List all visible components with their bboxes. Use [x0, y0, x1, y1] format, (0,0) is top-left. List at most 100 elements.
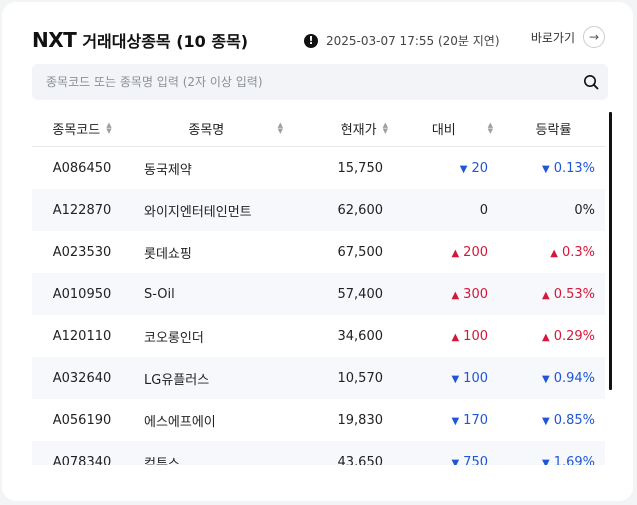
diff-value: 100 [463, 328, 488, 344]
table-row[interactable]: A086450 동국제약 15,750 ▼ 20 ▼ 0.13% [32, 147, 605, 190]
cell-rate: ▼ 1.69% [502, 441, 605, 465]
scrollbar[interactable] [609, 112, 612, 390]
rate-value: 0.85% [553, 412, 595, 428]
cell-price: 10,570 [292, 357, 397, 399]
cell-price: 67,500 [337, 244, 384, 260]
shortcut-link[interactable]: 바로가기 → [531, 26, 605, 48]
cell-rate: ▼ 0.13% [502, 147, 605, 190]
table-row[interactable]: A122870 와이지엔터테인먼트 62,600 0 0% [32, 189, 605, 231]
rate-value: 0.13% [553, 160, 595, 176]
table-body: A086450 동국제약 15,750 ▼ 20 ▼ 0.13% A122870 와이지엔터테인… [32, 147, 605, 465]
column-header-name[interactable]: 종목명 ▲ ▼ [132, 110, 292, 147]
stock-table: 종목코드 ▲ ▼ 종목명 ▲ ▼ 현재가 ▲ ▼ 대비 ▲ ▼ 등락률 A086… [32, 110, 605, 465]
triangle-down-icon: ▼ [541, 163, 550, 175]
rate-value: 0% [574, 202, 595, 218]
column-header-rate[interactable]: 등락률 [502, 110, 605, 147]
column-header-diff[interactable]: 대비 ▲ ▼ [397, 110, 502, 147]
cell-price: 57,400 [292, 273, 397, 315]
diff-value: 200 [463, 244, 488, 260]
cell-rate: ▲ 0.29% [502, 315, 605, 357]
sort-icon[interactable]: ▲ ▼ [106, 122, 111, 135]
cell-code: A086450 [52, 160, 112, 176]
search-button[interactable] [574, 65, 608, 99]
sort-icon[interactable]: ▲ ▼ [488, 122, 493, 135]
cell-rate: ▼ 0.94% [502, 357, 605, 399]
triangle-down-icon: ▼ [459, 163, 468, 175]
cell-price: 15,750 [337, 160, 384, 176]
rate-value: 0.29% [553, 328, 595, 344]
rate-value: 0.53% [553, 286, 595, 302]
triangle-up-icon: ▲ [550, 247, 558, 259]
search-input[interactable] [32, 74, 574, 90]
card-title: NXT 거래대상종목 (10 종목) [32, 28, 248, 52]
diff-value: 0 [479, 202, 488, 218]
cell-name[interactable]: 컴투스 [132, 441, 292, 465]
diff-value: 20 [471, 160, 488, 176]
cell-name[interactable]: 동국제약 [132, 147, 292, 190]
triangle-down-icon: ▼ [541, 415, 550, 427]
triangle-down-icon: ▼ [541, 457, 550, 466]
table-row[interactable]: A056190 에스에프에이 19,830 ▼ 170 ▼ 0.85% [32, 399, 605, 441]
cell-code: A078340 [32, 441, 132, 465]
arrow-right-icon[interactable]: → [583, 26, 605, 48]
cell-name[interactable]: 와이지엔터테인먼트 [132, 189, 292, 231]
rate-value: 0.94% [553, 370, 595, 386]
cell-diff: ▼ 20 [397, 147, 502, 190]
cell-rate: ▼ 0.85% [502, 399, 605, 441]
rate-value: 0.3% [561, 244, 595, 260]
triangle-down-icon: ▼ [451, 373, 460, 385]
stock-list-card: NXT 거래대상종목 (10 종목) ! 2025-03-07 17:55 (2… [2, 2, 633, 501]
cell-diff: 0 [397, 189, 502, 231]
cell-code: A120110 [52, 328, 112, 344]
column-header-code[interactable]: 종목코드 ▲ ▼ [32, 110, 132, 147]
triangle-up-icon: ▲ [451, 331, 460, 343]
table-row[interactable]: A010950 S-Oil 57,400 ▲ 300 ▲ 0.53% [32, 273, 605, 315]
table-row[interactable]: A120110 코오롱인더 34,600 ▲ 100 ▲ 0.29% [32, 315, 605, 357]
sort-icon[interactable]: ▲ ▼ [278, 122, 283, 135]
table-row[interactable]: A023530 롯데쇼핑 67,500 ▲ 200 ▲ 0.3% [32, 231, 605, 273]
triangle-down-icon: ▼ [451, 457, 460, 466]
timestamp: ! 2025-03-07 17:55 (20분 지연) [304, 32, 500, 49]
shortcut-label: 바로가기 [530, 30, 575, 45]
cell-rate: ▲ 0.53% [502, 273, 605, 315]
stock-table-container[interactable]: 종목코드 ▲ ▼ 종목명 ▲ ▼ 현재가 ▲ ▼ 대비 ▲ ▼ 등락률 A086… [32, 110, 612, 465]
title-text: 거래대상종목 (10 종목) [82, 32, 249, 51]
diff-value: 300 [463, 286, 488, 302]
rate-value: 1.69% [553, 454, 595, 466]
table-header-row: 종목코드 ▲ ▼ 종목명 ▲ ▼ 현재가 ▲ ▼ 대비 ▲ ▼ 등락률 [32, 110, 605, 147]
cell-price: 34,600 [337, 328, 384, 344]
cell-code: A056190 [52, 412, 112, 428]
triangle-down-icon: ▼ [451, 415, 460, 427]
column-header-price[interactable]: 현재가 ▲ ▼ [292, 110, 397, 147]
cell-diff: ▲ 200 [397, 231, 502, 273]
cell-name[interactable]: S-Oil [132, 273, 292, 315]
cell-price: 43,650 [292, 441, 397, 465]
cell-price: 19,830 [337, 412, 384, 428]
table-row[interactable]: A032640 LG유플러스 10,570 ▼ 100 ▼ 0.94% [32, 357, 605, 399]
search-icon [584, 75, 599, 90]
cell-diff: ▲ 300 [397, 273, 502, 315]
table-row[interactable]: A078340 컴투스 43,650 ▼ 750 ▼ 1.69% [32, 441, 605, 465]
cell-code: A122870 [32, 189, 132, 231]
cell-price: 62,600 [292, 189, 397, 231]
cell-name[interactable]: 에스에프에이 [132, 399, 292, 441]
triangle-down-icon: ▼ [541, 373, 550, 385]
cell-diff: ▼ 750 [397, 441, 502, 465]
cell-rate: 0% [502, 189, 605, 231]
diff-value: 100 [463, 370, 488, 386]
card-header: NXT 거래대상종목 (10 종목) ! 2025-03-07 17:55 (2… [32, 26, 605, 54]
alert-icon: ! [304, 33, 318, 48]
sort-icon[interactable]: ▲ ▼ [383, 122, 388, 135]
brand-logo-text: NXT [32, 28, 77, 52]
diff-value: 170 [463, 412, 488, 428]
cell-code: A023530 [52, 244, 112, 260]
cell-code: A010950 [32, 273, 132, 315]
triangle-up-icon: ▲ [541, 289, 550, 301]
cell-name[interactable]: 롯데쇼핑 [132, 231, 292, 273]
triangle-up-icon: ▲ [451, 247, 460, 259]
cell-rate: ▲ 0.3% [502, 231, 605, 273]
cell-name[interactable]: 코오롱인더 [132, 315, 292, 357]
cell-diff: ▲ 100 [397, 315, 502, 357]
cell-code: A032640 [32, 357, 132, 399]
cell-name[interactable]: LG유플러스 [132, 357, 292, 399]
